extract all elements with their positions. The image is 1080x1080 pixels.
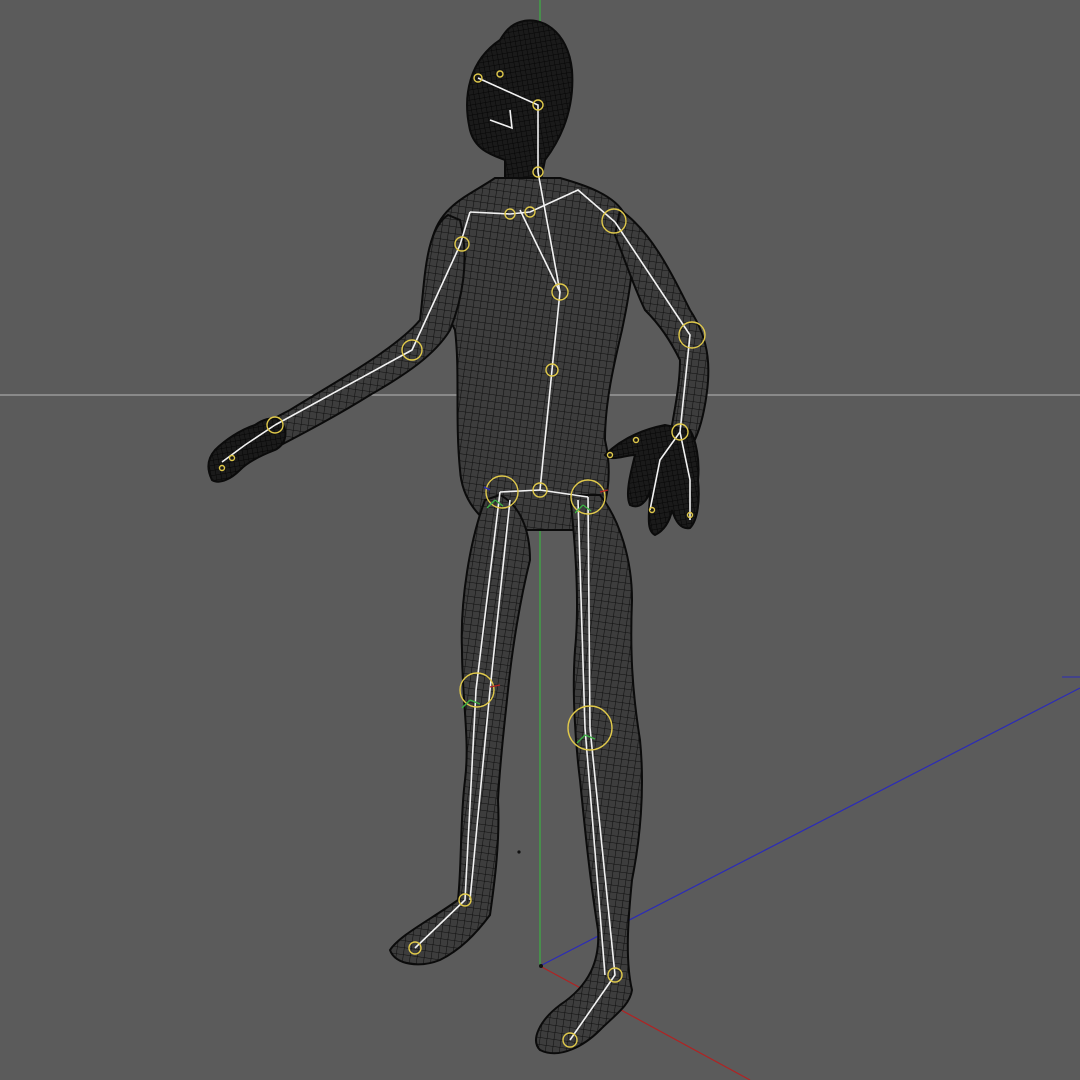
pivot-dot [517, 850, 521, 854]
mesh-leg-left [388, 493, 532, 966]
mesh-hand-right [603, 423, 700, 537]
mesh-hand-left [207, 417, 287, 483]
mesh-arm-right [613, 208, 710, 451]
origin-point [539, 964, 543, 968]
3d-viewport[interactable] [0, 0, 1080, 1080]
human-mesh[interactable] [207, 19, 710, 1055]
mesh-head [466, 19, 574, 186]
